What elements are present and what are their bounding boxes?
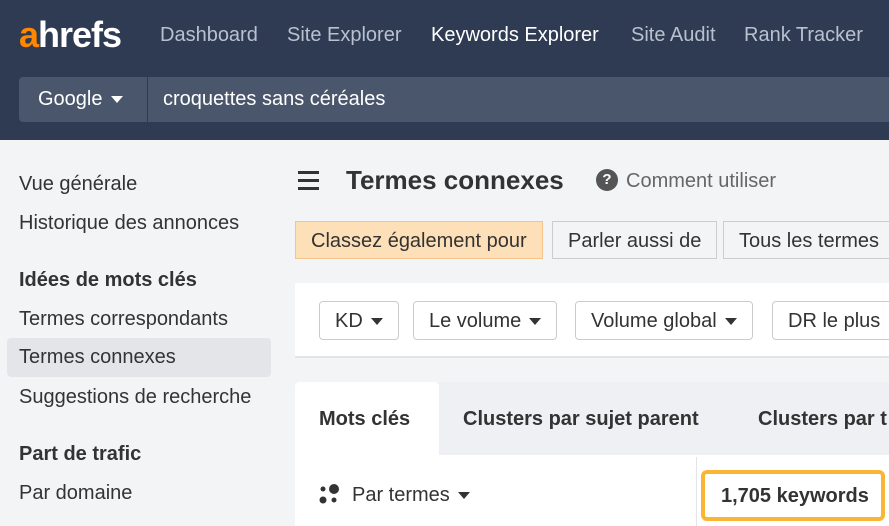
filter-label: Volume global — [591, 310, 717, 332]
sidebar-item-by-domain[interactable]: Par domaine — [19, 482, 132, 505]
sidebar-item-search-suggestions[interactable]: Suggestions de recherche — [19, 386, 251, 409]
chevron-down-icon — [457, 492, 470, 500]
page-title: Termes connexes — [346, 165, 564, 195]
chevron-down-icon — [724, 318, 737, 326]
sidebar-item-matching-terms[interactable]: Termes correspondants — [19, 308, 228, 331]
segment-also-rank-for[interactable]: Classez également pour — [295, 221, 543, 259]
ahrefs-logo[interactable]: ahrefs — [19, 14, 122, 56]
nav-rank-tracker[interactable]: Rank Tracker — [744, 24, 863, 47]
tab-parent-topic-clusters[interactable]: Clusters par sujet parent — [463, 408, 699, 431]
sidebar-item-ads-history[interactable]: Historique des annonces — [19, 212, 239, 235]
group-by-dropdown[interactable]: Par termes — [352, 484, 470, 507]
sidebar-section-traffic-share: Part de trafic — [19, 443, 142, 465]
engine-label: Google — [38, 88, 103, 110]
sidebar-item-related-terms[interactable]: Termes connexes — [7, 338, 271, 377]
keyword-count: 1,705 keywords — [701, 470, 885, 521]
keyword-search-input[interactable]: croquettes sans céréales — [148, 77, 889, 122]
tab-keywords[interactable]: Mots clés — [295, 382, 439, 458]
sidebar-item-overview[interactable]: Vue générale — [19, 173, 137, 196]
segment-also-talk-about[interactable]: Parler aussi de — [552, 221, 718, 259]
nav-keywords-explorer[interactable]: Keywords Explorer — [431, 24, 599, 47]
nav-site-audit[interactable]: Site Audit — [631, 24, 716, 47]
filter-volume[interactable]: Le volume — [413, 301, 558, 340]
tab-clusters-by-terms[interactable]: Clusters par t — [758, 408, 887, 431]
search-engine-select[interactable]: Google — [19, 77, 147, 122]
top-header: ahrefs Dashboard Site Explorer Keywords … — [0, 0, 889, 140]
group-by-label: Par termes — [352, 484, 450, 506]
filter-global-volume[interactable]: Volume global — [575, 301, 753, 340]
filter-label: Le volume — [429, 310, 522, 332]
clusters-icon — [319, 484, 339, 504]
filter-kd[interactable]: KD — [319, 301, 399, 340]
help-icon[interactable]: ? — [596, 169, 618, 191]
filter-dr[interactable]: DR le plus — [772, 301, 889, 340]
nav-dashboard[interactable]: Dashboard — [160, 24, 258, 47]
how-to-use-link[interactable]: Comment utiliser — [626, 170, 776, 193]
sidebar-section-ideas: Idées de mots clés — [19, 269, 197, 291]
chevron-down-icon — [370, 318, 383, 326]
panel-divider — [696, 457, 697, 526]
segment-all-terms[interactable]: Tous les termes — [723, 221, 889, 259]
menu-icon[interactable] — [298, 171, 319, 195]
chevron-down-icon — [110, 96, 123, 104]
nav-site-explorer[interactable]: Site Explorer — [287, 24, 402, 47]
filter-label: KD — [335, 310, 363, 332]
chevron-down-icon — [529, 318, 542, 326]
